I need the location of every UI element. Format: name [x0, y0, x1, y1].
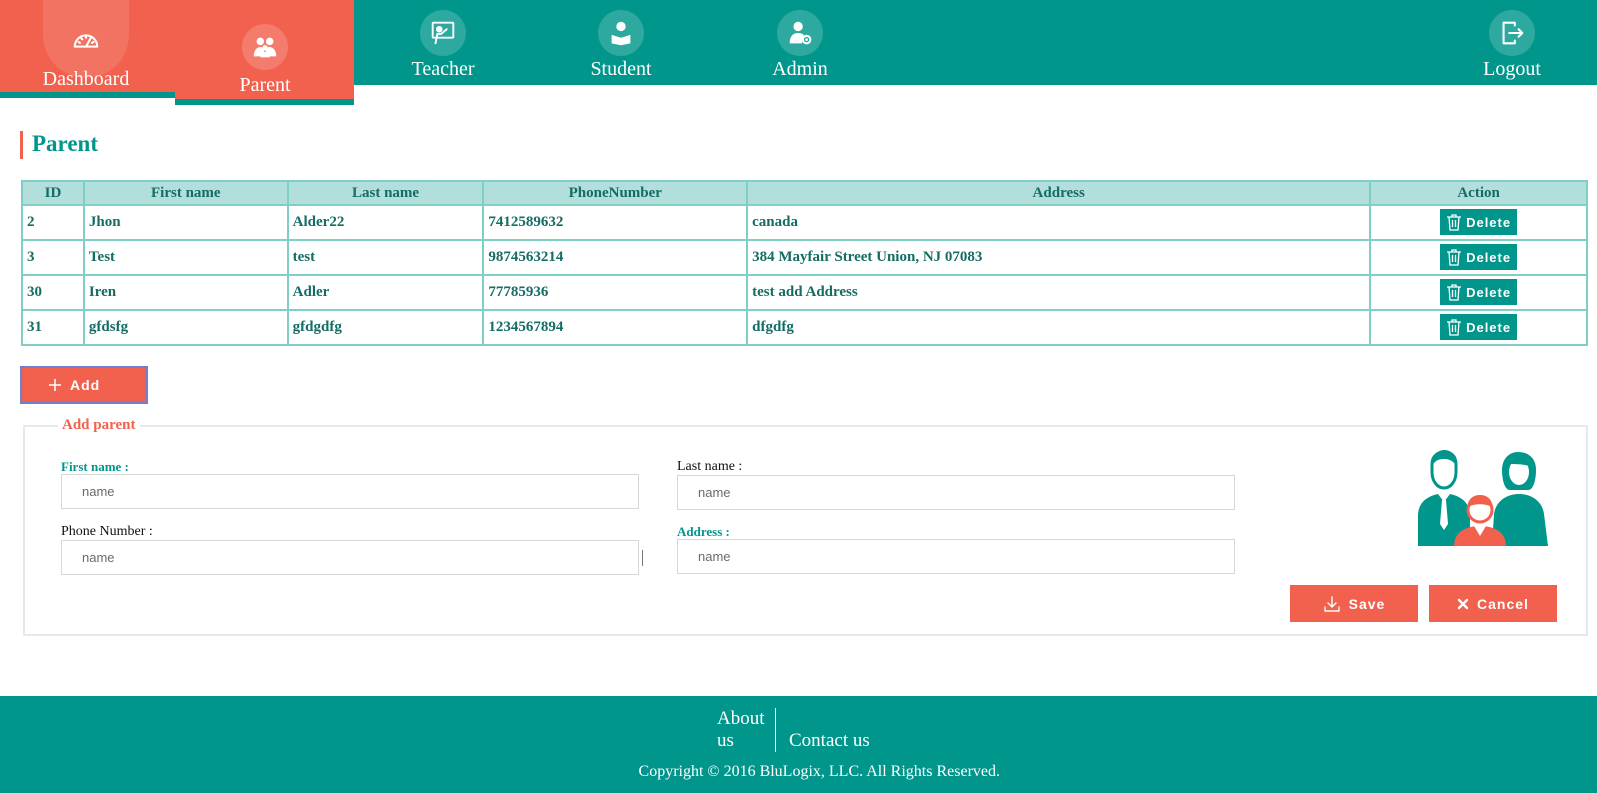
cell-first-name: Iren — [82, 274, 289, 311]
trash-icon — [1447, 319, 1462, 336]
nav-item-teacher[interactable]: Teacher — [400, 10, 486, 81]
delete-button[interactable]: Delete — [1440, 209, 1518, 235]
trash-icon — [1447, 214, 1462, 231]
cell-last-name: Adler — [286, 274, 485, 311]
trash-icon — [1447, 284, 1462, 301]
cell-first-name: Jhon — [82, 204, 289, 241]
address-input[interactable] — [677, 539, 1235, 574]
table-row: 2 Jhon Alder22 7412589632 canada Delete — [21, 204, 1588, 241]
table-row: 31 gfdsfg gfdgdfg 1234567894 dfgdfg Dele… — [21, 309, 1588, 346]
student-reading-icon — [598, 10, 644, 56]
cell-address: test add Address — [746, 274, 1372, 311]
cell-address: 384 Mayfair Street Union, NJ 07083 — [746, 239, 1372, 276]
contact-us-link[interactable]: Contact us — [789, 730, 870, 752]
delete-button[interactable]: Delete — [1440, 314, 1518, 340]
cell-id: 31 — [21, 309, 85, 346]
form-legend: Add parent — [58, 417, 140, 434]
add-parent-button[interactable]: Add — [20, 366, 148, 404]
column-header-address: Address — [746, 180, 1372, 206]
nav-item-admin[interactable]: Admin — [757, 10, 843, 81]
column-header-last-name: Last name — [286, 180, 485, 206]
add-button-label: Add — [70, 377, 101, 393]
cell-id: 2 — [21, 204, 85, 241]
logout-icon — [1489, 10, 1535, 56]
first-name-input[interactable] — [61, 474, 639, 509]
nav-item-dashboard[interactable]: Dashboard — [40, 18, 132, 91]
column-header-id: ID — [21, 180, 85, 206]
nav-item-student[interactable]: Student — [578, 10, 664, 81]
phone-number-input[interactable] — [61, 540, 639, 575]
column-header-action: Action — [1369, 180, 1588, 206]
trash-icon — [1447, 249, 1462, 266]
cell-action: Delete — [1369, 239, 1588, 276]
cell-phone: 1234567894 — [482, 309, 749, 346]
nav-item-logout[interactable]: Logout — [1472, 10, 1552, 81]
nav-label-teacher: Teacher — [411, 58, 475, 80]
speedometer-icon — [63, 18, 109, 64]
last-name-input[interactable] — [677, 475, 1235, 510]
admin-user-gear-icon — [777, 10, 823, 56]
plus-icon — [49, 379, 61, 391]
delete-label: Delete — [1466, 214, 1512, 230]
nav-label-logout: Logout — [1483, 58, 1541, 80]
cell-id: 3 — [21, 239, 85, 276]
cell-action: Delete — [1369, 274, 1588, 311]
cell-phone: 9874563214 — [482, 239, 749, 276]
delete-label: Delete — [1466, 319, 1512, 335]
cell-phone: 7412589632 — [482, 204, 749, 241]
cell-address: canada — [746, 204, 1372, 241]
nav-label-admin: Admin — [772, 58, 828, 80]
family-illustration — [1418, 450, 1548, 546]
delete-button[interactable]: Delete — [1440, 244, 1518, 270]
page-title: Parent — [20, 131, 98, 159]
cell-first-name: gfdsfg — [82, 309, 289, 346]
cancel-button[interactable]: Cancel — [1429, 585, 1557, 622]
cell-address: dfgdfg — [746, 309, 1372, 346]
address-label: Address : — [677, 524, 730, 539]
nav-label-parent: Parent — [239, 74, 291, 96]
delete-label: Delete — [1466, 284, 1512, 300]
footer-divider — [775, 708, 776, 752]
copyright-text: Copyright © 2016 BluLogix, LLC. All Righ… — [638, 763, 1000, 780]
cell-last-name: test — [286, 239, 485, 276]
footer: About us Contact us Copyright © 2016 Blu… — [0, 696, 1597, 793]
cancel-label: Cancel — [1477, 595, 1529, 612]
cell-last-name: gfdgdfg — [286, 309, 485, 346]
cell-phone: 77785936 — [482, 274, 749, 311]
cell-id: 30 — [21, 274, 85, 311]
nav-item-parent[interactable]: Parent — [220, 24, 310, 97]
last-name-label: Last name : — [677, 459, 743, 474]
about-us-link[interactable]: About us — [717, 708, 765, 752]
about-us-line2: us — [717, 730, 734, 751]
nav-label-dashboard: Dashboard — [42, 68, 130, 90]
parents-table: ID First name Last name PhoneNumber Addr… — [21, 180, 1588, 346]
save-button[interactable]: Save — [1290, 585, 1418, 622]
table-row: 3 Test test 9874563214 384 Mayfair Stree… — [21, 239, 1588, 276]
column-header-first-name: First name — [82, 180, 289, 206]
text-cursor — [642, 550, 643, 566]
cell-action: Delete — [1369, 309, 1588, 346]
first-name-label: First name : — [61, 459, 129, 474]
column-header-phone: PhoneNumber — [482, 180, 749, 206]
cell-last-name: Alder22 — [286, 204, 485, 241]
table-header-row: ID First name Last name PhoneNumber Addr… — [21, 180, 1588, 206]
about-us-line1: About — [717, 708, 765, 729]
save-label: Save — [1348, 595, 1386, 612]
teacher-board-icon — [420, 10, 466, 56]
download-icon — [1323, 595, 1340, 612]
delete-button[interactable]: Delete — [1440, 279, 1518, 305]
cell-action: Delete — [1369, 204, 1588, 241]
parent-group-icon — [242, 24, 288, 70]
close-icon — [1457, 598, 1469, 609]
nav-label-student: Student — [590, 58, 652, 80]
cell-first-name: Test — [82, 239, 289, 276]
delete-label: Delete — [1466, 249, 1512, 265]
phone-number-label: Phone Number : — [61, 524, 153, 539]
table-row: 30 Iren Adler 77785936 test add Address … — [21, 274, 1588, 311]
